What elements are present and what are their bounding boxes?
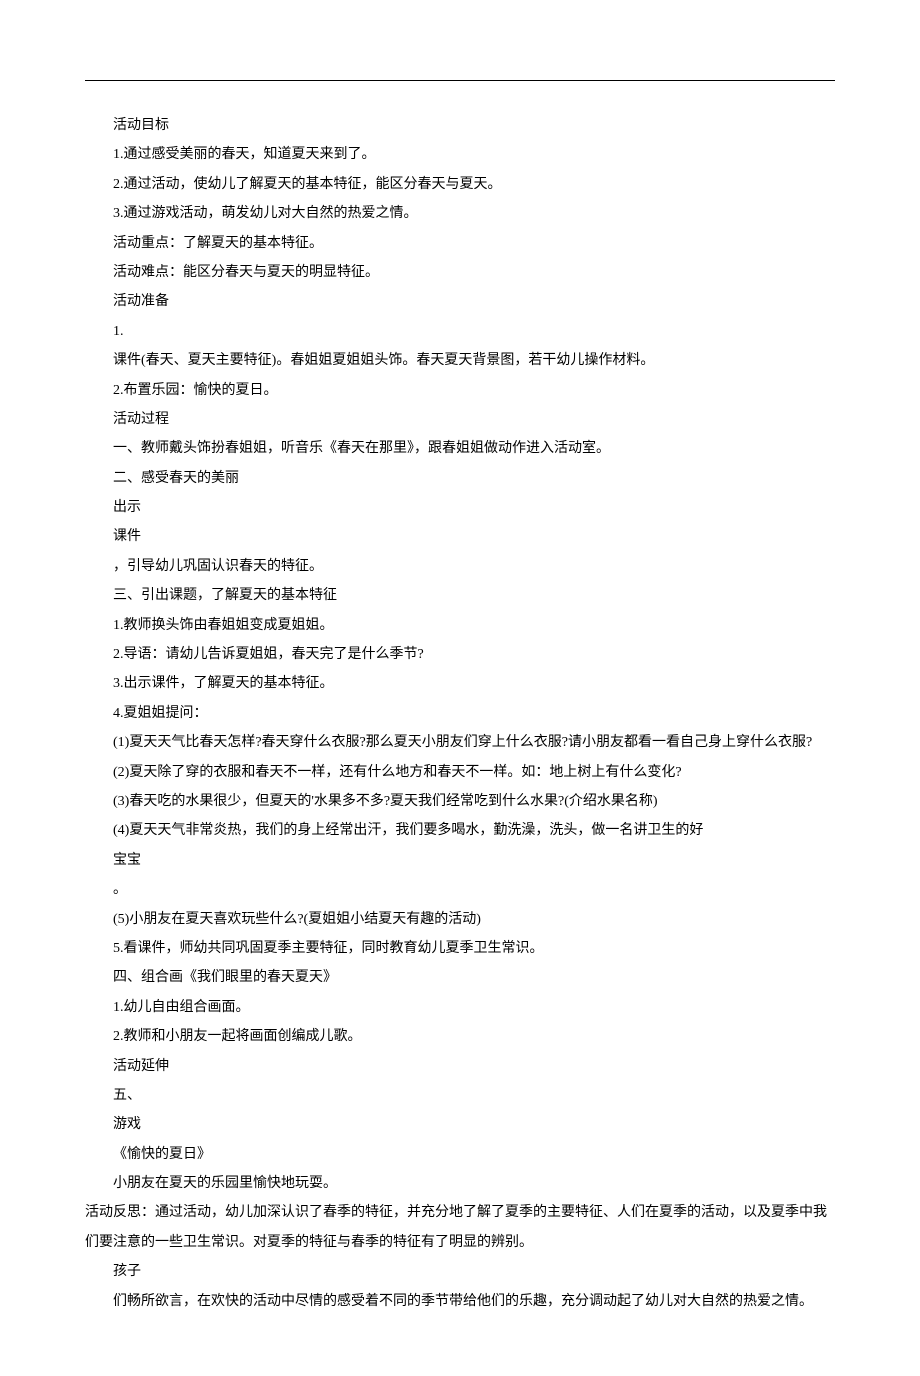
document-content: 活动目标 1.通过感受美丽的春天，知道夏天来到了。 2.通过活动，使幼儿了解夏天… — [85, 111, 835, 1316]
text-line: 宝宝 — [85, 846, 835, 875]
text-line: 。 — [85, 875, 835, 904]
text-line: 活动过程 — [85, 405, 835, 434]
text-line: 二、感受春天的美丽 — [85, 464, 835, 493]
text-line: 1.幼儿自由组合画面。 — [85, 993, 835, 1022]
text-line: 小朋友在夏天的乐园里愉快地玩耍。 — [85, 1169, 835, 1198]
text-line: 2.教师和小朋友一起将画面创编成儿歌。 — [85, 1022, 835, 1051]
text-line: 2.导语：请幼儿告诉夏姐姐，春天完了是什么季节? — [85, 640, 835, 669]
horizontal-rule — [85, 80, 835, 81]
text-line: 三、引出课题，了解夏天的基本特征 — [85, 581, 835, 610]
text-line: 游戏 — [85, 1110, 835, 1139]
text-line: 《愉快的夏日》 — [85, 1140, 835, 1169]
text-line: (2)夏天除了穿的衣服和春天不一样，还有什么地方和春天不一样。如：地上树上有什么… — [85, 758, 835, 787]
text-line: 活动重点：了解夏天的基本特征。 — [85, 229, 835, 258]
text-line: 四、组合画《我们眼里的春天夏天》 — [85, 963, 835, 992]
text-line: 五、 — [85, 1081, 835, 1110]
text-line: 活动难点：能区分春天与夏天的明显特征。 — [85, 258, 835, 287]
text-line: (3)春天吃的水果很少，但夏天的'水果多不多?夏天我们经常吃到什么水果?(介绍水… — [85, 787, 835, 816]
text-line: 3.通过游戏活动，萌发幼儿对大自然的热爱之情。 — [85, 199, 835, 228]
text-line: 1. — [85, 317, 835, 346]
text-line: 1.通过感受美丽的春天，知道夏天来到了。 — [85, 140, 835, 169]
text-line: 3.出示课件，了解夏天的基本特征。 — [85, 669, 835, 698]
text-line: 活动准备 — [85, 287, 835, 316]
text-line: 2.通过活动，使幼儿了解夏天的基本特征，能区分春天与夏天。 — [85, 170, 835, 199]
text-line: 课件(春天、夏天主要特征)。春姐姐夏姐姐头饰。春天夏天背景图，若干幼儿操作材料。 — [85, 346, 835, 375]
text-line: 5.看课件，师幼共同巩固夏季主要特征，同时教育幼儿夏季卫生常识。 — [85, 934, 835, 963]
text-line: 活动目标 — [85, 111, 835, 140]
text-line: 们畅所欲言，在欢快的活动中尽情的感受着不同的季节带给他们的乐趣，充分调动起了幼儿… — [85, 1287, 835, 1316]
text-line: 2.布置乐园：愉快的夏日。 — [85, 376, 835, 405]
text-line: 1.教师换头饰由春姐姐变成夏姐姐。 — [85, 611, 835, 640]
text-line: 课件 — [85, 522, 835, 551]
text-line: 活动反思：通过活动，幼儿加深认识了春季的特征，并充分地了解了夏季的主要特征、人们… — [85, 1198, 835, 1257]
text-line: 孩子 — [85, 1257, 835, 1286]
text-line: 4.夏姐姐提问： — [85, 699, 835, 728]
text-line: (4)夏天天气非常炎热，我们的身上经常出汗，我们要多喝水，勤洗澡，洗头，做一名讲… — [85, 816, 835, 845]
text-line: 活动延伸 — [85, 1052, 835, 1081]
text-line: 出示 — [85, 493, 835, 522]
text-line: ，引导幼儿巩固认识春天的特征。 — [85, 552, 835, 581]
text-line: 一、教师戴头饰扮春姐姐，听音乐《春天在那里》，跟春姐姐做动作进入活动室。 — [85, 434, 835, 463]
text-line: (1)夏天天气比春天怎样?春天穿什么衣服?那么夏天小朋友们穿上什么衣服?请小朋友… — [85, 728, 835, 757]
text-line: (5)小朋友在夏天喜欢玩些什么?(夏姐姐小结夏天有趣的活动) — [85, 905, 835, 934]
